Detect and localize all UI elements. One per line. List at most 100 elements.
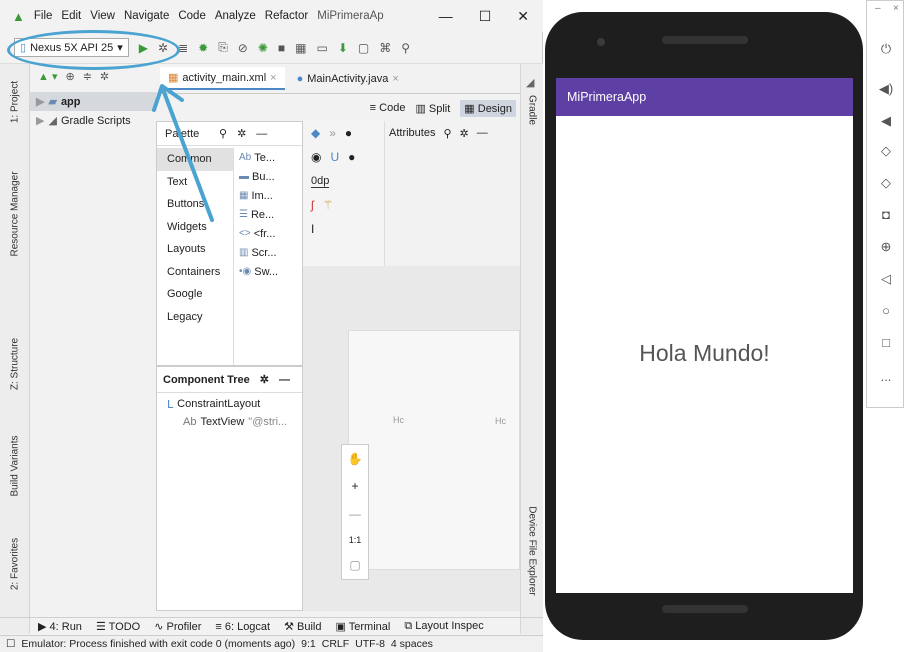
avd-manager-icon[interactable]: ▭ — [317, 41, 328, 55]
status-message[interactable]: Emulator: Process finished with exit cod… — [21, 638, 295, 650]
palette-item[interactable]: <> <fr... — [234, 224, 303, 243]
rotate-left-icon[interactable]: ◇ — [867, 143, 904, 159]
line-separator[interactable]: CRLF — [322, 638, 349, 650]
collapse-icon[interactable]: ≑ — [83, 70, 92, 83]
device-manager-icon[interactable]: ▢ — [358, 41, 369, 55]
tab-todo[interactable]: ☰ TODO — [96, 620, 140, 633]
profile-icon[interactable]: ⊘ — [238, 41, 248, 55]
project-structure-icon[interactable]: ▦ — [295, 41, 306, 55]
palette-item[interactable]: ▬ Bu... — [234, 167, 303, 186]
gear-icon[interactable]: ✲ — [100, 70, 109, 83]
expand-arrow-icon[interactable]: ▶ — [36, 114, 44, 127]
volume-up-icon[interactable]: ◀) — [867, 81, 904, 97]
rotate-right-icon[interactable]: ◇ — [867, 175, 904, 191]
tab-layout-inspector[interactable]: ⧉ Layout Inspec — [404, 620, 483, 633]
palette-item[interactable]: ☰ Re... — [234, 205, 303, 224]
android-view-icon[interactable]: ▲ ▾ — [38, 70, 57, 83]
zoom-out-button[interactable]: — — [349, 507, 361, 521]
tree-item-gradle-scripts[interactable]: ▶ ◢ Gradle Scripts — [30, 111, 156, 130]
sidebar-item-build-variants[interactable]: Build Variants — [10, 436, 21, 497]
palette-category[interactable]: Google — [157, 283, 233, 306]
zoom-icon[interactable]: ⊕ — [867, 239, 904, 255]
warning-icon[interactable]: ● — [345, 126, 352, 140]
tab-build[interactable]: ⚒ Build — [284, 620, 321, 633]
menu-view[interactable]: View — [90, 10, 115, 22]
attach-debugger-icon[interactable]: ⎘ — [218, 40, 228, 55]
volume-down-icon[interactable]: ◀ — [867, 113, 904, 129]
menu-refactor[interactable]: Refactor — [265, 10, 308, 22]
help-icon[interactable]: ● — [348, 150, 355, 164]
tree-item-app[interactable]: ▶ ▰ app — [30, 92, 156, 111]
file-encoding[interactable]: UTF-8 — [355, 638, 385, 650]
gear-icon[interactable]: ✲ — [460, 127, 469, 140]
gradle-sync-icon[interactable]: ✺ — [258, 41, 268, 55]
home-icon[interactable]: ○ — [867, 303, 904, 318]
palette-item[interactable]: ▥ Scr... — [234, 243, 303, 262]
infer-constraints-icon[interactable]: ⚚ — [323, 198, 334, 212]
zoom-in-button[interactable]: + — [351, 479, 358, 493]
pan-icon[interactable]: ✋ — [348, 452, 363, 466]
emulator-close-button[interactable]: × — [893, 3, 899, 14]
palette-category[interactable]: Layouts — [157, 238, 233, 261]
tree-node[interactable]: Ab TextView "@stri... — [157, 413, 302, 431]
gradle-icon[interactable]: ⌘ — [379, 41, 391, 55]
menu-analyze[interactable]: Analyze — [215, 10, 256, 22]
menu-edit[interactable]: Edit — [61, 10, 81, 22]
palette-item[interactable]: •◉ Sw... — [234, 262, 303, 281]
search-icon[interactable]: ⚲ — [443, 127, 451, 140]
screenshot-icon[interactable]: ◘ — [867, 207, 904, 222]
design-mode-button[interactable]: ▦ Design — [460, 99, 516, 117]
minimize-icon[interactable]: — — [279, 374, 290, 386]
status-toggle-icon[interactable]: ☐ — [6, 638, 15, 650]
fit-screen-icon[interactable]: ▢ — [349, 558, 360, 572]
locate-icon[interactable]: ⊕ — [65, 70, 74, 83]
palette-category[interactable]: Containers — [157, 261, 233, 284]
gear-icon[interactable]: ✲ — [260, 373, 269, 386]
zoom-actual-button[interactable]: 1:1 — [349, 535, 362, 545]
sidebar-item-favorites[interactable]: 2: Favorites — [10, 538, 21, 590]
split-mode-button[interactable]: ▥ Split — [415, 102, 450, 115]
guidelines-icon[interactable]: I — [311, 222, 314, 236]
sdk-manager-icon[interactable]: ⬇ — [338, 41, 348, 55]
tab-main-activity[interactable]: ● MainActivity.java × — [289, 69, 407, 89]
layers-icon[interactable]: ◆ — [311, 126, 320, 140]
emulator-minimize-button[interactable]: – — [875, 3, 881, 14]
sidebar-item-structure[interactable]: Z: Structure — [10, 338, 21, 390]
more-options-icon[interactable]: ... — [867, 369, 904, 384]
tab-run[interactable]: ▶ 4: Run — [38, 620, 82, 633]
palette-item[interactable]: Ab Te... — [234, 148, 303, 167]
back-icon[interactable]: ◁ — [867, 271, 904, 287]
caret-position[interactable]: 9:1 — [301, 638, 316, 650]
tree-node[interactable]: Ⅼ ConstraintLayout — [157, 395, 302, 413]
close-tab-icon[interactable]: × — [392, 73, 398, 85]
menu-navigate[interactable]: Navigate — [124, 10, 169, 22]
maximize-button[interactable]: ☐ — [479, 8, 492, 25]
close-button[interactable]: ✕ — [517, 8, 529, 25]
clear-constraints-icon[interactable]: ʃ — [311, 198, 314, 212]
expand-arrow-icon[interactable]: ▶ — [36, 95, 44, 108]
stop-icon[interactable]: ■ — [278, 41, 285, 55]
close-tab-icon[interactable]: × — [270, 72, 276, 84]
overview-icon[interactable]: □ — [867, 335, 904, 350]
expand-icon[interactable]: » — [329, 126, 336, 140]
gear-icon[interactable]: ✲ — [237, 127, 246, 140]
minimize-icon[interactable]: — — [256, 128, 267, 140]
layout-preview[interactable]: Hc Hc — [348, 330, 520, 570]
sidebar-item-project[interactable]: 1: Project — [10, 81, 21, 123]
power-icon[interactable]: ⏻ — [867, 41, 904, 57]
minimize-icon[interactable]: — — [477, 127, 488, 139]
tab-terminal[interactable]: ▣ Terminal — [336, 620, 391, 633]
minimize-button[interactable]: — — [439, 8, 453, 25]
eye-icon[interactable]: ◉ — [311, 150, 321, 164]
menu-file[interactable]: File — [34, 10, 53, 22]
default-margin-value[interactable]: 0dp — [311, 175, 330, 188]
palette-category[interactable]: Legacy — [157, 306, 233, 329]
debug-icon[interactable]: ✹ — [198, 41, 208, 55]
palette-item[interactable]: ▦ Im... — [234, 186, 303, 205]
sidebar-item-device-file-explorer[interactable]: Device File Explorer — [527, 506, 538, 595]
tab-profiler[interactable]: ∿ Profiler — [154, 620, 201, 633]
search-icon[interactable]: ⚲ — [401, 41, 410, 55]
emulator-screen[interactable] — [556, 78, 853, 593]
code-mode-button[interactable]: ≡ Code — [370, 102, 406, 114]
indent-setting[interactable]: 4 spaces — [391, 638, 433, 650]
